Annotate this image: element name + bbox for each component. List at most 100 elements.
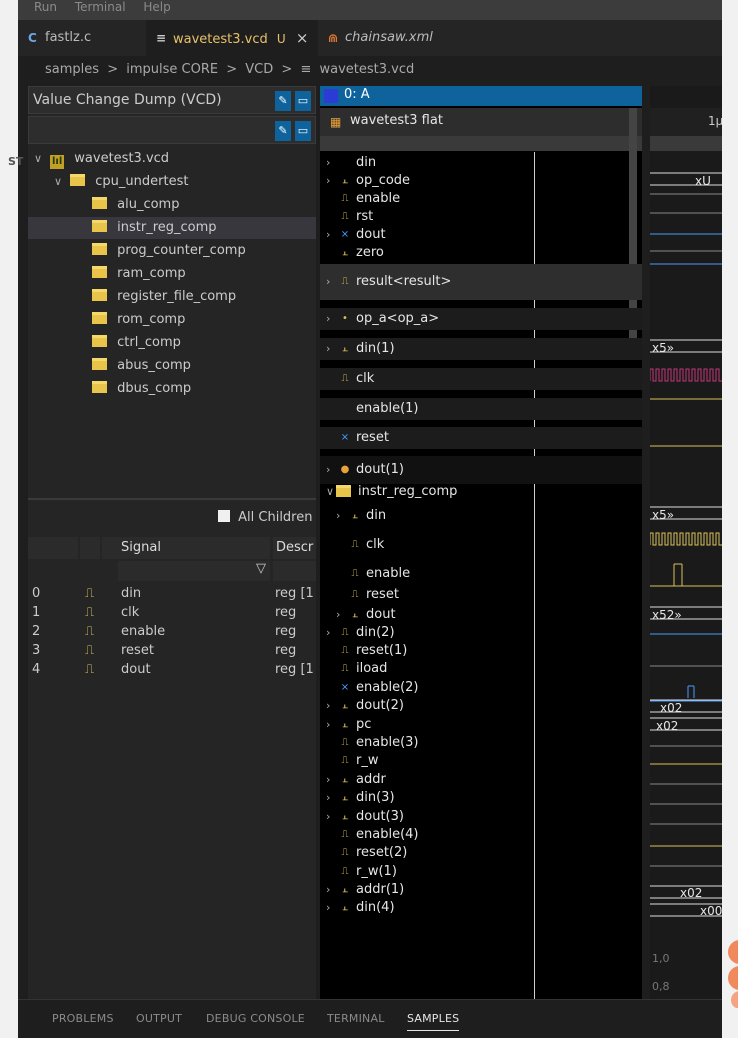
tree-item-abus-comp[interactable]: abus_comp	[28, 355, 316, 377]
filter-icon[interactable]: ▽	[256, 561, 266, 576]
signal-row[interactable]: ⫠ zero	[320, 244, 642, 262]
signal-row[interactable]: ⎍ enable(3)	[320, 734, 642, 752]
table-row[interactable]: 2 ⎍ enable reg	[28, 622, 316, 641]
signal-row[interactable]: › ⫠ op_code	[320, 172, 642, 190]
breadcrumb-item[interactable]: samples	[45, 62, 99, 77]
signal-row[interactable]: ⎍ rst	[320, 208, 642, 226]
signal-row[interactable]: › ⫠ addr(1)	[320, 881, 642, 899]
breadcrumb-item[interactable]: wavetest3.vcd	[319, 62, 414, 77]
tree-item-cpu-undertest[interactable]: ∨ cpu_undertest	[28, 171, 316, 193]
panel-toggle-icon[interactable]: ▭	[295, 91, 311, 111]
signal-row[interactable]: ⎍ r_w(1)	[320, 863, 642, 881]
signal-row[interactable]: › ● dout(1)	[320, 456, 642, 484]
tree-item-instr-reg-comp[interactable]: instr_reg_comp	[28, 217, 316, 239]
tree-item-dbus-comp[interactable]: dbus_comp	[28, 378, 316, 400]
signal-row[interactable]: › ⫠ din(4)	[320, 899, 642, 917]
chevron-right-icon[interactable]: ›	[326, 881, 336, 899]
signal-row[interactable]: › ⫠ din	[320, 505, 642, 527]
signal-row[interactable]: ⎍ reset(2)	[320, 844, 642, 862]
menu-terminal[interactable]: Terminal	[75, 0, 126, 14]
tree-item-rom-comp[interactable]: rom_comp	[28, 309, 316, 331]
chevron-right-icon[interactable]: ›	[326, 154, 336, 172]
table-row[interactable]: 0 ⎍ din reg [1	[28, 584, 316, 603]
signal-filter-input[interactable]	[118, 561, 270, 581]
tree-item-alu-comp[interactable]: alu_comp	[28, 194, 316, 216]
signal-row[interactable]: ⨯ enable(2)	[320, 679, 642, 697]
chevron-right-icon[interactable]: ›	[326, 697, 336, 715]
chevron-right-icon[interactable]: ›	[336, 505, 346, 527]
chevron-right-icon[interactable]: ›	[326, 308, 336, 330]
chevron-right-icon[interactable]: ›	[326, 899, 336, 917]
signal-row[interactable]: › ⫠ addr	[320, 771, 642, 789]
tab-chainsaw[interactable]: ⋒ chainsaw.xml	[318, 20, 470, 56]
breadcrumb-item[interactable]: impulse CORE	[126, 62, 218, 77]
close-tab-icon[interactable]: ×	[296, 29, 309, 47]
all-children-toggle[interactable]: All Children	[218, 510, 312, 525]
signal-row[interactable]: › ⫠ dout(3)	[320, 808, 642, 826]
column-description-header[interactable]: Descr	[273, 537, 316, 559]
tab-wavetest3[interactable]: ≡ wavetest3.vcd U ×	[146, 20, 318, 56]
signal-row[interactable]: › • op_a<op_a>	[320, 308, 642, 330]
chevron-right-icon[interactable]: ›	[326, 338, 336, 360]
tree-item-ram-comp[interactable]: ram_comp	[28, 263, 316, 285]
signal-row[interactable]: › din	[320, 154, 642, 172]
signal-row[interactable]: ⨯ reset	[320, 427, 642, 449]
chevron-right-icon[interactable]: ›	[326, 808, 336, 826]
tab-output[interactable]: OUTPUT	[136, 1012, 182, 1025]
chevron-right-icon[interactable]: ›	[326, 264, 336, 300]
signal-row[interactable]: enable(1)	[320, 398, 642, 420]
chevron-right-icon[interactable]: ›	[326, 226, 336, 244]
edit-icon[interactable]: ✎	[275, 91, 291, 111]
signal-row[interactable]: › ⫠ din(1)	[320, 338, 642, 360]
chevron-right-icon[interactable]: ›	[326, 624, 336, 642]
tab-problems[interactable]: PROBLEMS	[52, 1012, 114, 1025]
tree-item-prog-counter-comp[interactable]: prog_counter_comp	[28, 240, 316, 262]
chevron-right-icon[interactable]: ›	[326, 456, 336, 484]
menu-help[interactable]: Help	[143, 0, 170, 14]
signal-row[interactable]: ∨ instr_reg_comp	[320, 481, 642, 503]
chevron-right-icon[interactable]: ›	[326, 716, 336, 734]
signal-row[interactable]: › ⫠ dout(2)	[320, 697, 642, 715]
signal-row[interactable]: › ⫠ dout	[320, 606, 642, 624]
breadcrumb-item[interactable]: VCD	[245, 62, 273, 77]
signal-row[interactable]: › ⫠ din(3)	[320, 789, 642, 807]
table-row[interactable]: 1 ⎍ clk reg	[28, 603, 316, 622]
menu-run[interactable]: Run	[34, 0, 57, 14]
waveform-area[interactable]: 1µ xU x5» x5» x52» x02 x02 x02 x00 1,0 0…	[650, 86, 722, 999]
chevron-down-icon[interactable]: ∨	[326, 481, 336, 503]
panel-toggle-icon[interactable]: ▭	[295, 121, 311, 141]
checkbox[interactable]	[218, 510, 230, 522]
signal-row[interactable]: ⎍ clk	[320, 534, 642, 556]
signal-row[interactable]: ⎍ enable	[320, 190, 642, 208]
edit-icon[interactable]: ✎	[275, 121, 291, 141]
signal-row[interactable]: › ⫠ pc	[320, 716, 642, 734]
signal-row[interactable]: ⎍ clk	[320, 368, 642, 390]
table-row[interactable]: 3 ⎍ reset reg	[28, 641, 316, 660]
chevron-right-icon[interactable]: ›	[326, 789, 336, 807]
table-row[interactable]: 4 ⎍ dout reg [1	[28, 660, 316, 679]
signal-row[interactable]: ⎍ enable	[320, 563, 642, 585]
column-index[interactable]	[28, 537, 78, 559]
signal-row[interactable]: ⎍ enable(4)	[320, 826, 642, 844]
tab-samples[interactable]: SAMPLES	[407, 1012, 460, 1031]
chevron-right-icon[interactable]: ›	[326, 771, 336, 789]
signal-row[interactable]: ⎍ reset(1)	[320, 642, 642, 660]
selection-bar[interactable]: 0: A	[320, 86, 642, 106]
tab-debug-console[interactable]: DEBUG CONSOLE	[206, 1012, 305, 1025]
signal-row[interactable]: › ⎍ result<result>	[320, 264, 642, 300]
column-signal-header[interactable]: Signal	[118, 537, 270, 559]
tab-fastlz[interactable]: C fastlz.c	[18, 20, 146, 56]
chevron-down-icon[interactable]: ∨	[54, 171, 66, 193]
chevron-right-icon[interactable]: ›	[336, 606, 346, 624]
tree-item-wavetest3[interactable]: ∨ lıl wavetest3.vcd	[28, 148, 316, 170]
signal-row[interactable]: › ⨯ dout	[320, 226, 642, 244]
tree-item-register-file-comp[interactable]: register_file_comp	[28, 286, 316, 308]
description-filter-input[interactable]	[273, 561, 316, 581]
signal-row[interactable]: ⎍ r_w	[320, 752, 642, 770]
signal-row[interactable]: › ⎍ din(2)	[320, 624, 642, 642]
chevron-down-icon[interactable]: ∨	[34, 148, 46, 170]
tab-terminal[interactable]: TERMINAL	[327, 1012, 385, 1025]
chevron-right-icon[interactable]: ›	[326, 172, 336, 190]
signal-row[interactable]: ⎍ iload	[320, 660, 642, 678]
signal-row[interactable]: ⎍ reset	[320, 586, 642, 604]
